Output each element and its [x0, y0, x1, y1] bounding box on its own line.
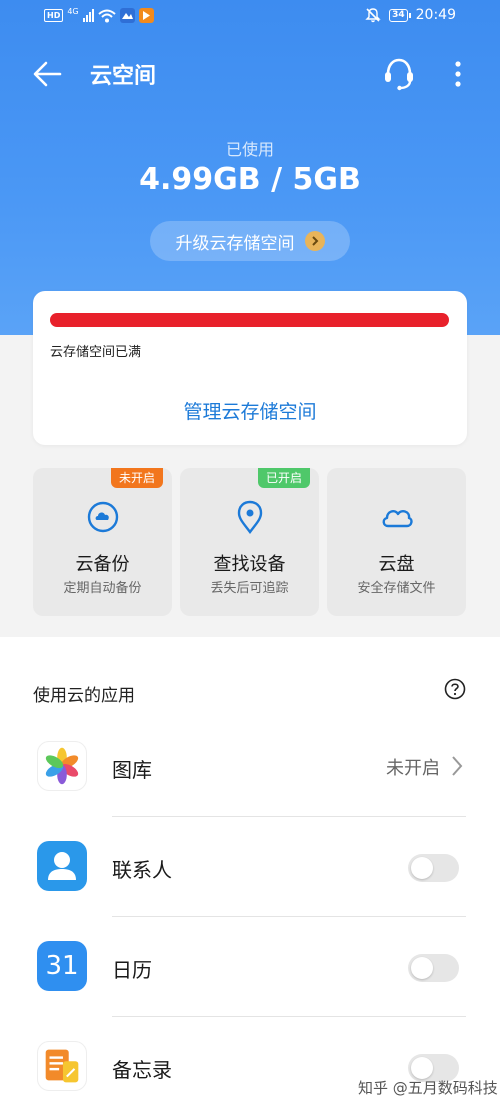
- app-status: 未开启: [386, 758, 440, 779]
- mute-icon: [365, 8, 381, 23]
- feature-cloud-drive[interactable]: 云盘 安全存储文件: [327, 468, 466, 616]
- apps-section: 使用云的应用 图库 未开启 联系人 31 日历 备忘录: [0, 637, 500, 1111]
- help-icon[interactable]: [444, 678, 466, 700]
- clock: 20:49: [415, 7, 456, 23]
- battery-icon: 34: [389, 8, 411, 22]
- feature-cloud-backup[interactable]: 未开启 云备份 定期自动备份: [33, 468, 172, 616]
- app-name: 备忘录: [112, 1058, 172, 1082]
- signal-icon: [82, 9, 94, 22]
- toolbar: 云空间: [0, 50, 500, 96]
- feature-find-device[interactable]: 已开启 查找设备 丢失后可追踪: [180, 468, 319, 616]
- used-value: 4.99GB / 5GB: [139, 162, 361, 197]
- calendar-icon-date: 31: [45, 951, 79, 981]
- cloud-backup-icon: [87, 501, 118, 533]
- app-name: 日历: [112, 958, 152, 982]
- feature-subtitle: 定期自动备份: [63, 581, 142, 596]
- upgrade-storage-label: 升级云存储空间: [175, 233, 295, 254]
- feature-title: 云备份: [75, 554, 130, 575]
- storage-status: 云存储空间已满: [50, 345, 142, 360]
- app-row-gallery[interactable]: 图库 未开启: [0, 717, 500, 817]
- customer-service-icon[interactable]: [380, 54, 418, 92]
- feature-subtitle: 安全存储文件: [357, 581, 436, 596]
- app-row-calendar: 31 日历: [0, 917, 500, 1017]
- contacts-icon: [37, 841, 87, 891]
- storage-card: 云存储空间已满 管理云存储空间: [33, 291, 467, 445]
- hd-indicator: HD: [44, 9, 64, 22]
- feature-title: 查找设备: [213, 554, 286, 575]
- wifi-icon: [97, 9, 116, 22]
- apps-section-title: 使用云的应用: [33, 686, 135, 706]
- status-bar: HD 4G 34 20:49: [0, 0, 500, 34]
- status-badge: 已开启: [257, 468, 310, 488]
- more-options-icon[interactable]: [446, 56, 470, 92]
- video-app-icon: [138, 8, 154, 23]
- manage-storage-button[interactable]: 管理云存储空间: [33, 397, 467, 424]
- chevron-right-icon: [452, 756, 463, 776]
- cloud-icon: [382, 510, 413, 528]
- notes-icon: [37, 1041, 87, 1091]
- network-type: 4G: [67, 7, 79, 16]
- app-notification-icon: [119, 8, 135, 23]
- status-badge: 未开启: [110, 468, 163, 488]
- feature-title: 云盘: [378, 554, 415, 575]
- feature-subtitle: 丢失后可追踪: [210, 581, 289, 596]
- calendar-sync-toggle[interactable]: [408, 954, 459, 982]
- app-name: 图库: [112, 758, 152, 782]
- calendar-icon: 31: [37, 941, 87, 991]
- upgrade-storage-button[interactable]: 升级云存储空间: [150, 221, 350, 261]
- storage-usage-bar: [50, 313, 450, 327]
- used-label: 已使用: [225, 140, 274, 159]
- chevron-right-icon: [304, 231, 325, 251]
- page-title: 云空间: [90, 64, 157, 89]
- back-arrow-icon[interactable]: [30, 56, 66, 92]
- watermark: 知乎 @五月数码科技: [358, 1079, 498, 1097]
- contacts-sync-toggle[interactable]: [408, 854, 459, 882]
- app-row-contacts: 联系人: [0, 817, 500, 917]
- location-pin-icon: [237, 500, 262, 534]
- app-name: 联系人: [112, 858, 172, 882]
- gallery-icon: [37, 741, 87, 791]
